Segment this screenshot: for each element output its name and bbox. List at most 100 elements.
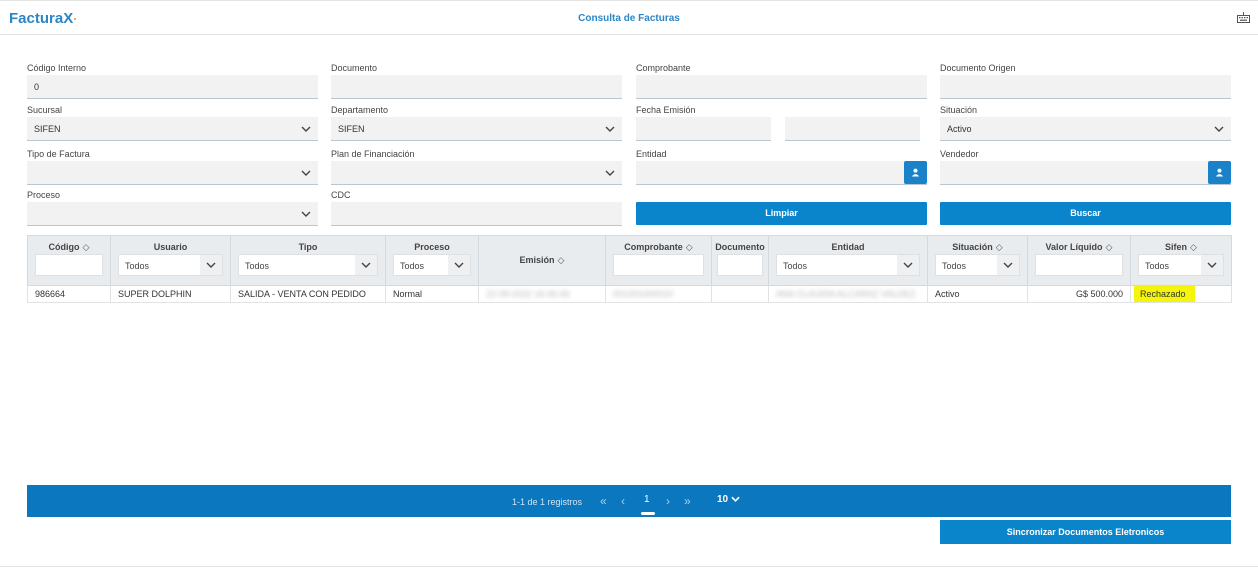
comprobante-filter-input[interactable] — [613, 254, 704, 276]
chevron-down-icon[interactable] — [294, 117, 318, 141]
table-header-row: Código ◇ Usuario Todos Tipo Todos Proceso… — [27, 235, 1232, 286]
table-row[interactable]: 986664 SUPER DOLPHIN SALIDA - VENTA CON … — [27, 285, 1232, 303]
entidad-search-button[interactable] — [904, 161, 927, 184]
prev-page-icon[interactable]: ‹ — [621, 494, 625, 508]
cell-valor-liquido: G$ 500.000 — [1027, 285, 1131, 303]
situacion-label: Situación — [940, 105, 978, 115]
limpiar-button[interactable]: Limpiar — [636, 202, 927, 225]
documento-origen-field: Documento Origen — [940, 63, 1231, 99]
tipo-filter-select[interactable]: Todos — [238, 254, 378, 276]
cell-usuario: SUPER DOLPHIN — [110, 285, 231, 303]
fecha-emision-desde-input[interactable] — [636, 117, 771, 141]
buscar-button[interactable]: Buscar — [940, 202, 1231, 225]
page-size-select[interactable]: 10 — [717, 494, 740, 505]
page-size-value: 10 — [717, 494, 729, 505]
results-table: Código ◇ Usuario Todos Tipo Todos Proceso… — [27, 235, 1232, 303]
chevron-down-icon — [731, 496, 740, 502]
sort-icon[interactable]: ◇ — [1190, 242, 1197, 253]
col-documento: Documento — [711, 235, 769, 286]
documento-input[interactable] — [331, 75, 622, 99]
filter-value: Todos — [245, 261, 270, 271]
chevron-down-icon[interactable] — [355, 255, 377, 275]
filter-value: Todos — [1145, 261, 1170, 271]
filter-value: Todos — [400, 261, 425, 271]
chevron-down-icon[interactable] — [200, 255, 222, 275]
vendedor-search-button[interactable] — [1208, 161, 1231, 184]
chevron-down-icon[interactable] — [598, 161, 622, 185]
sort-icon[interactable]: ◇ — [996, 242, 1003, 253]
situacion-filter-select[interactable]: Todos — [935, 254, 1020, 276]
plan-financiacion-select[interactable] — [331, 161, 622, 185]
col-emision-label: Emisión — [519, 255, 555, 265]
tipo-factura-select[interactable] — [27, 161, 318, 185]
comprobante-input[interactable] — [636, 75, 927, 99]
documento-field: Documento — [331, 63, 622, 99]
chevron-down-icon[interactable] — [448, 255, 470, 275]
entidad-input[interactable] — [636, 161, 927, 185]
chevron-down-icon[interactable] — [1207, 117, 1231, 141]
col-situacion[interactable]: Situación ◇ Todos — [927, 235, 1028, 286]
col-emision[interactable]: Emisión ◇ — [478, 235, 606, 286]
proceso-field: Proceso — [27, 190, 318, 226]
entidad-filter-select[interactable]: Todos — [776, 254, 920, 276]
vendedor-input[interactable] — [940, 161, 1231, 185]
chevron-down-icon[interactable] — [997, 255, 1019, 275]
sifen-filter-select[interactable]: Todos — [1138, 254, 1224, 276]
proceso-select[interactable] — [27, 202, 318, 226]
chevron-down-icon[interactable] — [294, 202, 318, 226]
departamento-select[interactable]: SIFEN — [331, 117, 622, 141]
comprobante-field: Comprobante — [636, 63, 927, 99]
proceso-label: Proceso — [27, 190, 61, 200]
pager-info: 1-1 de 1 registros — [512, 497, 583, 507]
last-page-icon[interactable]: » — [684, 494, 691, 508]
usuario-filter-select[interactable]: Todos — [118, 254, 223, 276]
codigo-filter-input[interactable] — [35, 254, 103, 276]
col-codigo[interactable]: Código ◇ — [27, 235, 111, 286]
chevron-down-icon[interactable] — [897, 255, 919, 275]
chevron-down-icon[interactable] — [1201, 255, 1223, 275]
codigo-interno-input[interactable]: 0 — [27, 75, 318, 99]
user-icon — [1215, 168, 1224, 177]
col-comprobante[interactable]: Comprobante ◇ — [605, 235, 712, 286]
sucursal-select[interactable]: SIFEN — [27, 117, 318, 141]
col-usuario: Usuario Todos — [110, 235, 231, 286]
codigo-interno-label: Código Interno — [27, 63, 87, 73]
paginator: 1-1 de 1 registros « ‹ 1 › » 10 — [27, 485, 1231, 517]
keyboard-icon[interactable] — [1237, 12, 1250, 23]
fecha-emision-hasta-input[interactable] — [785, 117, 920, 141]
col-comprobante-label: Comprobante — [624, 242, 683, 252]
sort-icon[interactable]: ◇ — [1106, 242, 1113, 253]
proceso-filter-select[interactable]: Todos — [393, 254, 471, 276]
footer-divider — [0, 566, 1258, 567]
departamento-label: Departamento — [331, 105, 389, 115]
cell-entidad: ANA CLAUDIA ALCARAZ VALDEZ — [768, 285, 928, 303]
sort-icon[interactable]: ◇ — [83, 242, 90, 253]
top-bar: FacturaX· Consulta de Facturas — [0, 0, 1258, 35]
sincronizar-button[interactable]: Sincronizar Documentos Eletronicos — [940, 520, 1231, 544]
cdc-field: CDC — [331, 190, 622, 226]
situacion-select[interactable]: Activo — [940, 117, 1231, 141]
sort-icon[interactable]: ◇ — [686, 242, 693, 253]
filter-value: Todos — [942, 261, 967, 271]
tipo-factura-field: Tipo de Factura — [27, 149, 318, 185]
sort-icon[interactable]: ◇ — [558, 255, 565, 266]
chevron-down-icon[interactable] — [598, 117, 622, 141]
valor-liquido-filter-input[interactable] — [1035, 254, 1123, 276]
filter-value: Todos — [783, 261, 808, 271]
page-title: Consulta de Facturas — [578, 13, 680, 24]
cell-codigo: 986664 — [27, 285, 111, 303]
col-tipo: Tipo Todos — [230, 235, 386, 286]
col-sifen[interactable]: Sifen ◇ Todos — [1130, 235, 1232, 286]
cell-comprobante: 001001000010 — [605, 285, 712, 303]
chevron-down-icon[interactable] — [294, 161, 318, 185]
plan-financiacion-label: Plan de Financiación — [331, 149, 415, 159]
col-valor-liquido[interactable]: Valor Líquido ◇ — [1027, 235, 1131, 286]
cell-documento — [711, 285, 769, 303]
first-page-icon[interactable]: « — [600, 494, 607, 508]
cdc-input[interactable] — [331, 202, 622, 226]
page-number-button[interactable]: 1 — [644, 494, 650, 505]
documento-filter-input[interactable] — [717, 254, 763, 276]
vendedor-label: Vendedor — [940, 149, 979, 159]
next-page-icon[interactable]: › — [666, 494, 670, 508]
documento-origen-input[interactable] — [940, 75, 1231, 99]
